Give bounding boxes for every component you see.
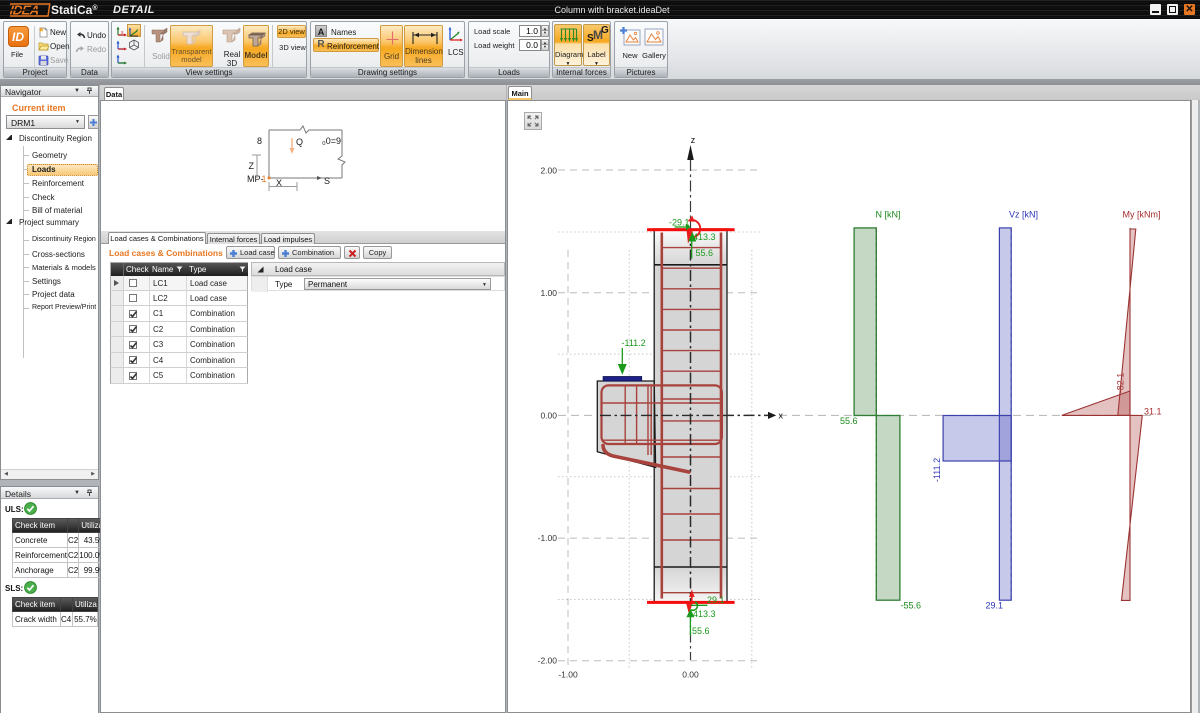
svg-text:55.6: 55.6: [696, 248, 714, 258]
svg-text:-111.2: -111.2: [932, 458, 942, 482]
svg-text:29.1: 29.1: [986, 601, 1004, 611]
svg-text:-2.00: -2.00: [538, 656, 558, 666]
svg-text:0.00: 0.00: [682, 670, 699, 680]
svg-text:S: S: [324, 176, 330, 186]
svg-text:1.00: 1.00: [540, 288, 557, 298]
svg-text:x: x: [779, 411, 784, 421]
svg-text:ID: ID: [12, 30, 24, 44]
svg-text:N [kN]: N [kN]: [875, 210, 900, 220]
svg-text:413.3: 413.3: [693, 232, 716, 242]
svg-text:1: 1: [262, 174, 267, 184]
svg-text:-111.2: -111.2: [622, 338, 646, 348]
svg-text:31.1: 31.1: [1144, 407, 1162, 417]
svg-text:55.6: 55.6: [692, 626, 710, 636]
svg-text:z: z: [691, 135, 696, 145]
svg-text:Vz [kN]: Vz [kN]: [1009, 210, 1038, 220]
svg-text:-82.1: -82.1: [1116, 373, 1126, 394]
svg-text:2.00: 2.00: [540, 166, 557, 176]
svg-text:Q: Q: [296, 137, 303, 147]
svg-text:-1.00: -1.00: [538, 533, 558, 543]
svg-text:8: 8: [257, 136, 262, 146]
svg-text:-55.6: -55.6: [901, 601, 922, 611]
svg-text:₀0=9: ₀0=9: [322, 136, 341, 146]
svg-text:55.6: 55.6: [840, 416, 858, 426]
svg-text:0.00: 0.00: [540, 411, 557, 421]
svg-text:-1.00: -1.00: [558, 670, 578, 680]
svg-text:413.3: 413.3: [693, 609, 716, 619]
svg-text:My [kNm]: My [kNm]: [1123, 210, 1161, 220]
svg-text:Z: Z: [249, 161, 255, 171]
svg-text:29.1: 29.1: [707, 595, 725, 605]
